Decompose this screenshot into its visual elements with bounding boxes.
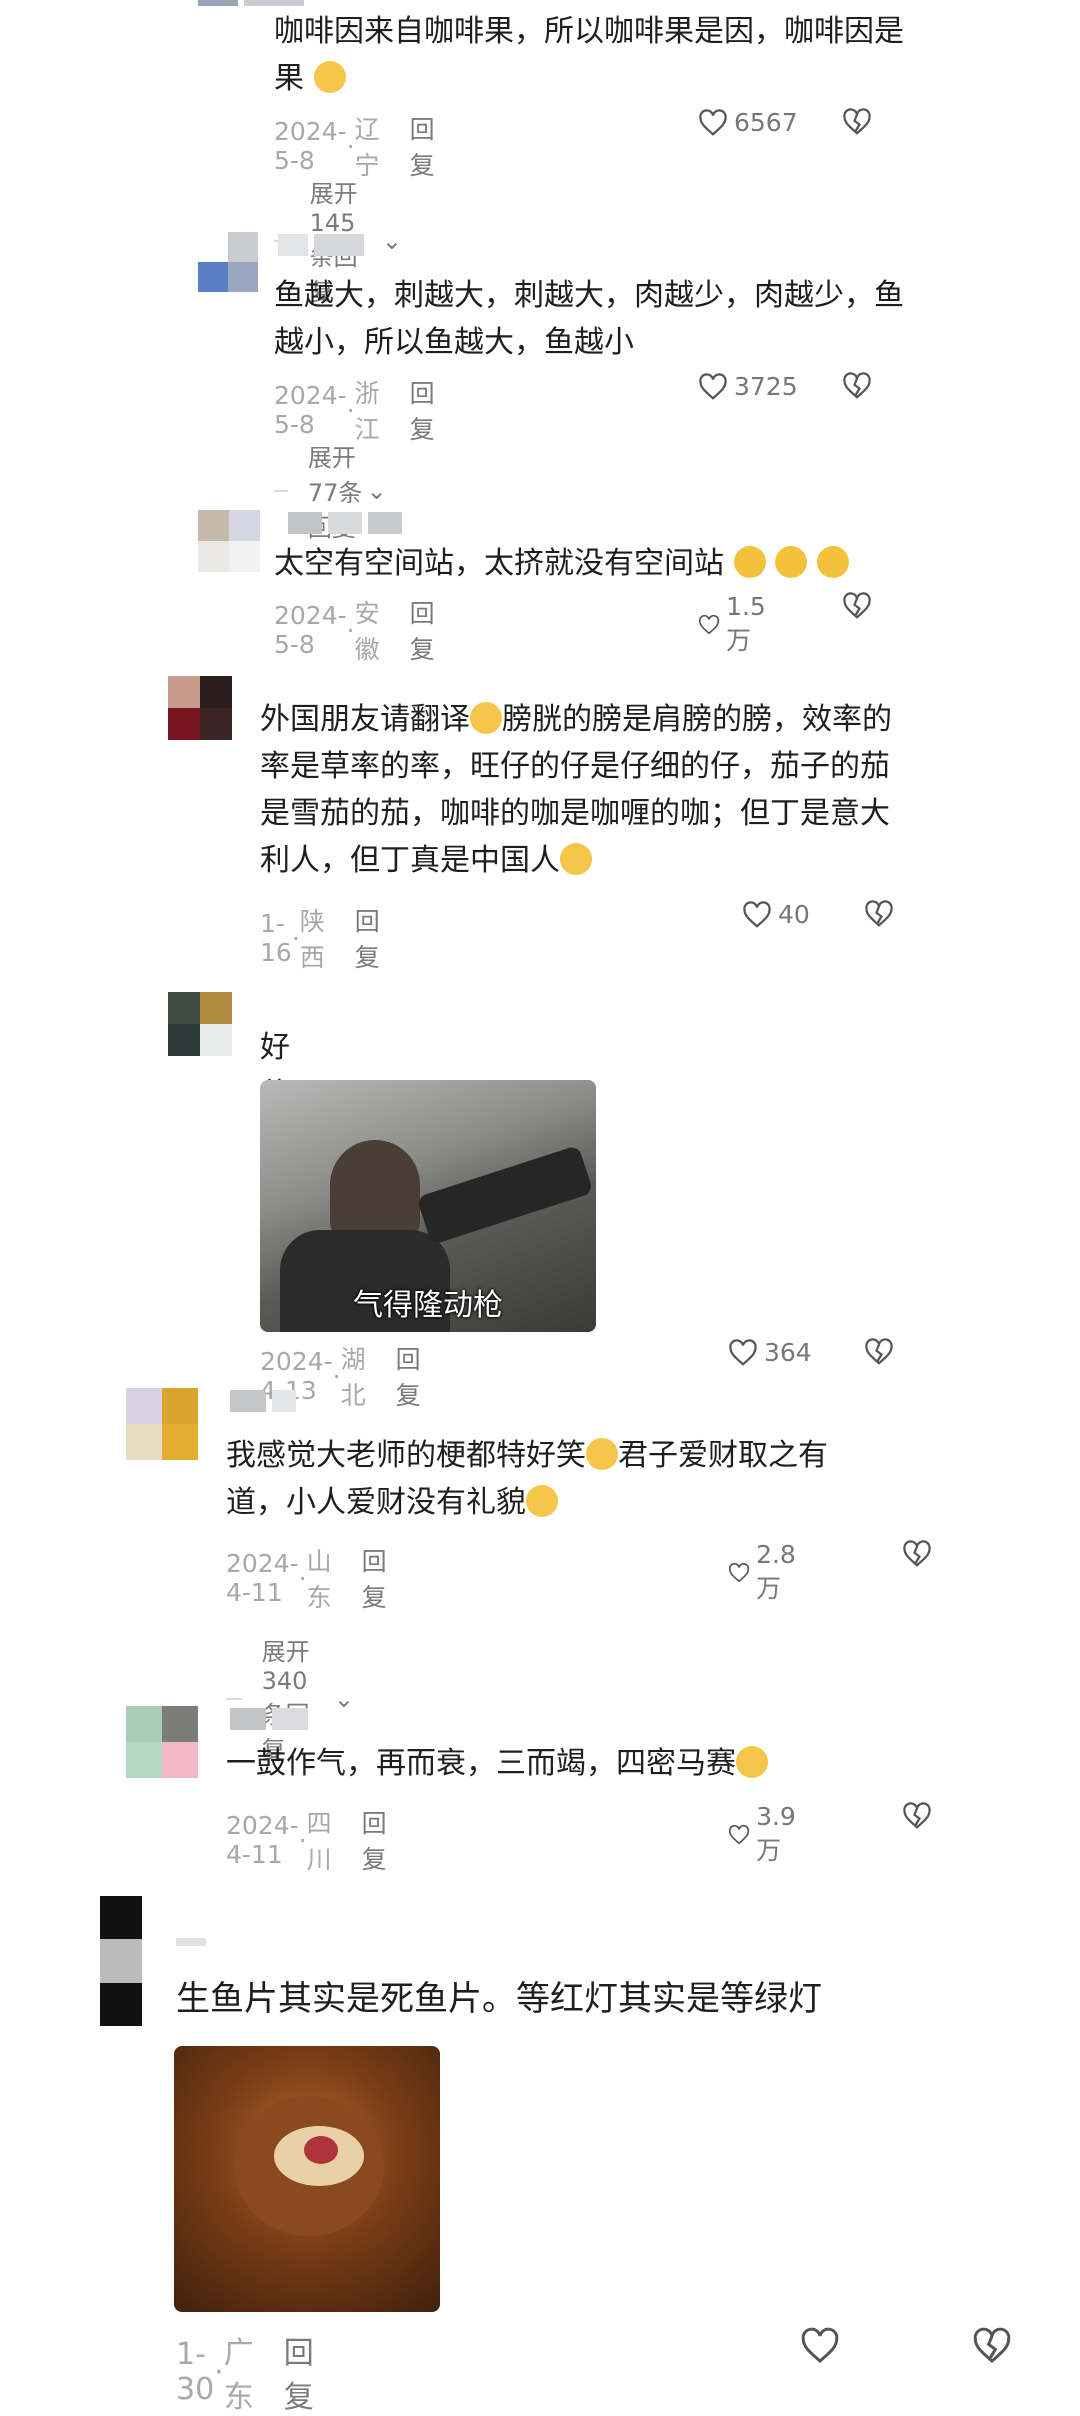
medal-emoji-icon <box>733 546 766 578</box>
teary-emoji-icon <box>736 1746 768 1778</box>
reply-button[interactable]: 回复 <box>362 1804 387 1876</box>
image-caption: 气得隆动枪 <box>353 1288 503 1323</box>
username-blurred[interactable] <box>278 234 364 256</box>
reply-button[interactable]: 回复 <box>284 2328 314 2416</box>
crying-laughing-emoji-icon <box>586 1438 618 1470</box>
broken-heart-icon[interactable] <box>864 900 894 928</box>
comment-image[interactable] <box>174 2046 440 2312</box>
thinking-emoji-icon <box>560 843 592 875</box>
comment-text: 外国朋友请翻译 膀胱的膀是肩膀的膀，效率的 率是草率的率，旺仔的仔是仔细的仔，茄子的… <box>260 702 892 878</box>
like-count: 3.9万 <box>756 1802 796 1865</box>
username-blurred[interactable] <box>230 1390 296 1412</box>
broken-heart-icon[interactable] <box>902 1540 932 1568</box>
thinking-emoji-icon <box>470 702 502 734</box>
comment-image[interactable]: 气得隆动枪 <box>260 1080 596 1332</box>
chevron-down-icon: ⌄ <box>333 1684 354 1713</box>
reply-button[interactable]: 回复 <box>410 374 435 446</box>
username-blurred[interactable] <box>230 1708 308 1730</box>
like-button[interactable]: 2.8万 <box>728 1540 804 1605</box>
username-blurred[interactable] <box>288 512 402 534</box>
broken-heart-icon[interactable] <box>842 108 872 136</box>
chevron-down-icon: ⌄ <box>381 226 402 255</box>
comment-text: 咖啡因来自咖啡果，所以咖啡果是因，咖啡因是果 <box>274 14 904 96</box>
broken-heart-icon[interactable] <box>972 2326 1012 2366</box>
username-blurred[interactable] <box>176 1938 206 1960</box>
avatar[interactable] <box>126 1706 198 1778</box>
like-count: 6567 <box>734 108 798 137</box>
heart-outline-icon <box>743 900 771 928</box>
heart-outline-icon <box>698 614 720 634</box>
comment-text: 太空有空间站，太挤就没有空间站 <box>274 540 934 587</box>
heart-outline-icon <box>728 1562 750 1582</box>
avatar[interactable] <box>198 510 260 572</box>
like-count: 40 <box>778 900 810 929</box>
reply-button[interactable]: 回复 <box>410 594 435 666</box>
reply-button[interactable]: 回复 <box>362 1542 387 1614</box>
avatar[interactable] <box>100 1896 142 2026</box>
like-button[interactable]: 6567 <box>698 108 798 137</box>
comment-text: 我感觉大老师的梗都特好笑 君子爱财取之有 道，小人爱财没有礼貌 <box>226 1438 828 1520</box>
heart-outline-icon <box>699 372 727 400</box>
like-button[interactable]: 3.9万 <box>728 1802 804 1867</box>
like-button[interactable]: 1.5万 <box>698 592 774 657</box>
like-button[interactable]: 364 <box>728 1338 812 1367</box>
reply-button[interactable]: 回复 <box>410 110 435 182</box>
comment-meta: 2024-5-8 · 安徽 回复 <box>274 594 435 666</box>
heart-outline-icon <box>728 1824 750 1844</box>
medal-emoji-icon <box>816 546 849 578</box>
heart-outline-icon <box>729 1338 757 1366</box>
avatar[interactable] <box>168 992 232 1056</box>
comment-text: 鱼越大，刺越大，刺越大，肉越少，肉越少，鱼 越小，所以鱼越大，鱼越小 <box>274 278 904 360</box>
comment-meta: 2024-5-8 · 辽宁 回复 <box>274 110 435 182</box>
medal-emoji-icon <box>775 546 808 578</box>
comment-meta: 1-16 · 陕西 回复 <box>260 902 380 974</box>
broken-heart-icon[interactable] <box>864 1338 894 1366</box>
avatar[interactable] <box>168 676 232 740</box>
broken-heart-icon[interactable] <box>842 592 872 620</box>
like-count: 1.5万 <box>726 592 766 655</box>
smirk-emoji-icon <box>313 61 346 93</box>
image-figure <box>304 2136 338 2164</box>
comment-meta: 2024-4-11 · 四川 回复 <box>226 1804 387 1876</box>
like-count: 364 <box>764 1338 812 1367</box>
image-figure <box>416 1144 594 1246</box>
chevron-down-icon: ⌄ <box>366 476 387 505</box>
heart-outline-icon <box>699 108 727 136</box>
avatar[interactable] <box>126 1388 198 1460</box>
avatar[interactable] <box>198 232 258 292</box>
like-count: 2.8万 <box>756 1540 796 1603</box>
reply-button[interactable]: 回复 <box>355 902 380 974</box>
like-button[interactable]: 40 <box>742 900 810 929</box>
comment-meta: 1-30 · 广东 回复 <box>176 2328 314 2416</box>
comment-meta: 2024-5-8 · 浙江 回复 <box>274 374 435 446</box>
broken-heart-icon[interactable] <box>842 372 872 400</box>
reply-button[interactable]: 回复 <box>396 1340 421 1412</box>
comment-text: 生鱼片其实是死鱼片。等红灯其实是等绿灯 <box>176 1979 822 2019</box>
heart-outline-icon[interactable] <box>800 2326 840 2366</box>
like-button[interactable]: 3725 <box>698 372 798 401</box>
broken-heart-icon[interactable] <box>902 1802 932 1830</box>
like-count: 3725 <box>734 372 798 401</box>
comment-text: 一鼓作气，再而衰，三而竭，四密马赛 <box>226 1740 986 1787</box>
comment-meta: 2024-4-11 · 山东 回复 <box>226 1542 387 1614</box>
crying-laughing-emoji-icon <box>526 1485 558 1517</box>
